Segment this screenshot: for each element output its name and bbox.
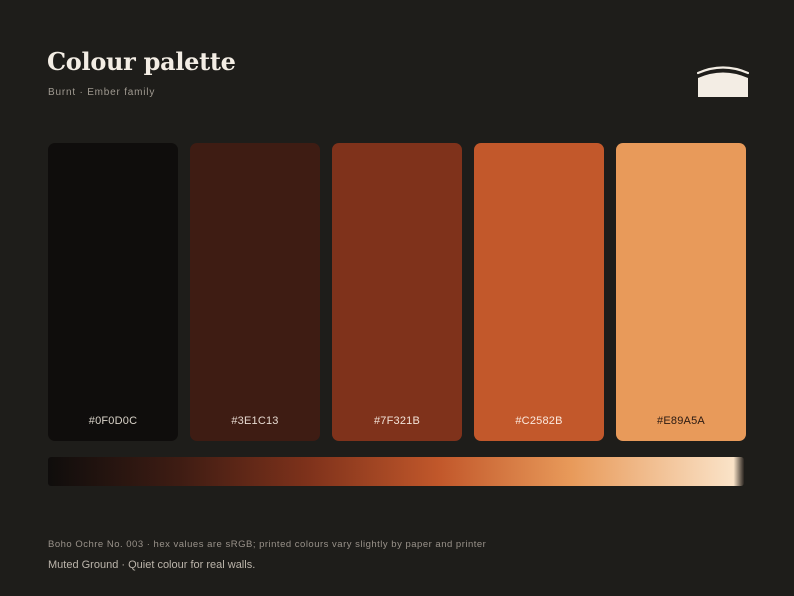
swatch-5[interactable]: #E89A5A — [616, 143, 746, 441]
logo-arch-line — [697, 66, 749, 75]
swatch-2[interactable]: #3E1C13 — [190, 143, 320, 441]
swatch-hex-label: #0F0D0C — [88, 415, 138, 427]
swatch-row: #0F0D0C #3E1C13 #7F321B #C2582B #E89A5A — [48, 143, 746, 441]
logo-arch-block — [698, 72, 748, 97]
swatch-hex-label: #C2582B — [515, 415, 563, 427]
swatch-4[interactable]: #C2582B — [474, 143, 604, 441]
palette-subtitle: Burnt · Ember family — [48, 87, 156, 98]
swatch-hex-label: #3E1C13 — [231, 415, 279, 427]
gradient-strip — [48, 457, 744, 486]
footnote: Boho Ochre No. 003 · hex values are sRGB… — [48, 539, 487, 550]
page-title: Colour palette — [47, 47, 236, 76]
swatch-hex-label: #7F321B — [373, 415, 421, 427]
swatch-3[interactable]: #7F321B — [332, 143, 462, 441]
swatch-hex-label: #E89A5A — [657, 415, 705, 427]
arch-logo-icon — [697, 66, 749, 97]
tagline: Muted Ground · Quiet colour for real wal… — [48, 559, 256, 571]
swatch-1[interactable]: #0F0D0C — [48, 143, 178, 441]
